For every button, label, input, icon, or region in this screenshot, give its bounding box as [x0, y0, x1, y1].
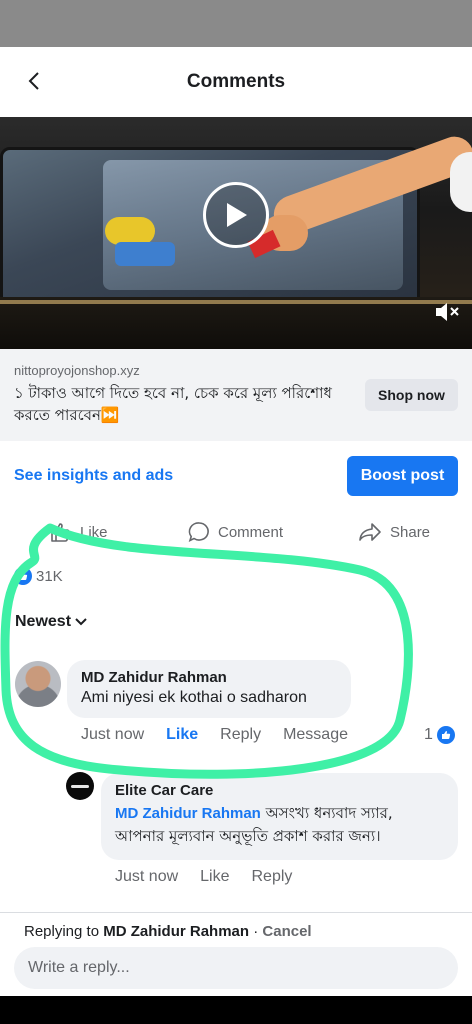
mute-button[interactable] [432, 297, 462, 327]
comment-button[interactable]: Comment [188, 517, 283, 547]
page-logo-icon [71, 784, 89, 788]
comment-reply-button[interactable]: Reply [220, 726, 261, 744]
comment-message-button[interactable]: Message [283, 726, 348, 744]
header: Comments [0, 47, 472, 117]
share-icon [359, 523, 381, 541]
comment-like-button[interactable]: Like [166, 726, 198, 744]
comment-label: Comment [218, 523, 284, 541]
ad-domain[interactable]: nittoproyojonshop.xyz [14, 363, 140, 378]
comment-text: Ami niyesi ek kothai o sadharon [81, 689, 307, 706]
shop-now-button[interactable]: Shop now [365, 379, 458, 411]
reply-reply-button[interactable]: Reply [252, 868, 293, 886]
comment-time: Just now [81, 726, 145, 743]
reply-time: Just now [115, 868, 179, 885]
chevron-down-icon [75, 618, 87, 626]
status-bar [0, 0, 472, 47]
navigation-bar [0, 996, 472, 1024]
like-button[interactable]: Like [50, 517, 108, 547]
like-reaction-icon [436, 726, 455, 744]
reply-composer: Replying to MD Zahidur Rahman · Cancel [0, 912, 472, 996]
replying-name: MD Zahidur Rahman [103, 923, 250, 940]
play-icon [227, 203, 247, 227]
see-insights-link[interactable]: See insights and ads [14, 467, 173, 485]
reply-text: MD Zahidur Rahman অসংখ্য ধন্যবাদ স্যার, … [115, 802, 444, 848]
sort-label: Newest [15, 613, 72, 630]
like-label: Like [80, 523, 108, 541]
reaction-count: 31K [36, 567, 63, 585]
reply-like-button[interactable]: Like [200, 868, 229, 886]
comment-bubble[interactable]: MD Zahidur Rahman Ami niyesi ek kothai o… [67, 660, 351, 718]
avatar[interactable] [15, 661, 61, 707]
comment-reaction-count[interactable]: 1 [424, 726, 455, 744]
sort-dropdown[interactable]: Newest [15, 613, 87, 631]
boost-post-button[interactable]: Boost post [347, 456, 458, 496]
share-button[interactable]: Share [358, 517, 430, 547]
share-label: Share [390, 523, 431, 541]
page-title: Comments [186, 71, 286, 92]
comment-meta: Just now Like Reply Message [81, 726, 348, 744]
like-reaction-icon [14, 567, 32, 585]
ad-headline: ১ টাকাও আগে দিতে হবে না, চেক করে মূল্য প… [14, 384, 332, 424]
replying-separator: · [249, 923, 263, 940]
reply-meta: Just now Like Reply [115, 868, 292, 886]
reply-author[interactable]: Elite Car Care [115, 782, 444, 799]
avatar[interactable] [66, 772, 94, 800]
replying-to: Replying to MD Zahidur Rahman · Cancel [24, 923, 312, 940]
thumbs-up-icon [51, 523, 70, 542]
replying-prefix: Replying to [24, 923, 104, 940]
post-actions: Like Comment Share [0, 517, 472, 547]
comment-reaction-number: 1 [424, 726, 433, 743]
reply-bubble[interactable]: Elite Car Care MD Zahidur Rahman অসংখ্য … [101, 773, 458, 860]
comment-author[interactable]: MD Zahidur Rahman [81, 669, 337, 686]
reactions-summary[interactable]: 31K [14, 567, 63, 585]
reply-mention[interactable]: MD Zahidur Rahman [115, 805, 261, 822]
comment-icon [188, 522, 209, 543]
play-button[interactable] [203, 182, 269, 248]
mute-icon [436, 303, 459, 321]
ad-video[interactable] [0, 117, 472, 349]
ad-info: nittoproyojonshop.xyz ১ টাকাও আগে দিতে হ… [0, 349, 472, 441]
cancel-reply-button[interactable]: Cancel [262, 923, 311, 940]
reply-input[interactable] [14, 947, 458, 989]
